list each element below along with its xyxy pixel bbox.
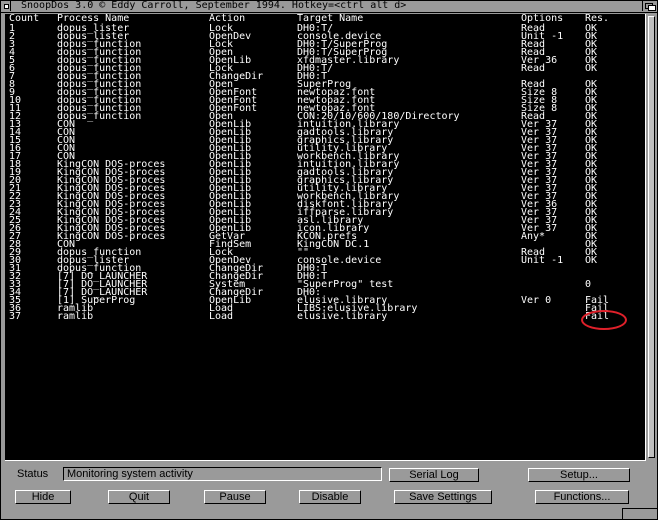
vertical-scrollbar[interactable] (647, 14, 655, 460)
snoopdos-window: SnoopDos 3.0 © Eddy Carroll, September 1… (0, 0, 658, 520)
row-options: Unit -1 (521, 255, 564, 266)
save-settings-button[interactable]: Save Settings (394, 490, 492, 504)
functions-label: Functions... (553, 491, 611, 503)
functions-button[interactable]: Functions... (535, 490, 629, 504)
disable-button[interactable]: Disable (299, 490, 361, 504)
serial-log-button[interactable]: Serial Log (389, 468, 479, 482)
title-bar[interactable]: SnoopDos 3.0 © Eddy Carroll, September 1… (1, 0, 657, 13)
row-process-name: ramlib (57, 311, 94, 322)
row-options: Read (521, 63, 546, 74)
quit-button[interactable]: Quit (108, 490, 170, 504)
setup-label: Setup... (560, 469, 598, 481)
setup-button[interactable]: Setup... (528, 468, 630, 482)
window-title: SnoopDos 3.0 © Eddy Carroll, September 1… (21, 0, 407, 11)
row-options: Any* (521, 231, 546, 242)
quit-label: Quit (128, 491, 150, 503)
disable-label: Disable (311, 491, 349, 503)
resize-icon[interactable] (622, 508, 657, 519)
status-label: Status (17, 468, 49, 480)
event-list[interactable]: Count Process Name Action Target Name Op… (5, 14, 646, 461)
hide-label: Hide (31, 491, 55, 503)
depth-icon[interactable] (642, 1, 657, 11)
hide-button[interactable]: Hide (15, 490, 71, 504)
row-target-name: elusive.library (297, 311, 388, 322)
row-options: Ver 0 (521, 295, 552, 306)
control-panel: Status Monitoring system activity Serial… (5, 463, 655, 515)
list-row[interactable]: 37 ramlib Load elusive.library Fail (5, 311, 645, 322)
serial-log-label: Serial Log (409, 469, 459, 481)
row-result: OK (585, 63, 598, 74)
pause-button[interactable]: Pause (204, 490, 266, 504)
save-settings-label: Save Settings (409, 491, 477, 503)
row-action: Load (209, 311, 234, 322)
row-result: 0 (585, 279, 592, 290)
list-rows: 1 dopus_lister Lock DH0:T/Read OK 2 dopus_list… (5, 24, 645, 322)
scrollbar-knob[interactable] (648, 16, 655, 458)
status-field: Monitoring system activity (63, 467, 382, 481)
row-result: OK (585, 255, 598, 266)
close-icon[interactable] (1, 1, 11, 11)
pause-label: Pause (219, 491, 251, 503)
row-count: 37 (9, 311, 22, 322)
fail-highlight-ring (581, 310, 627, 330)
